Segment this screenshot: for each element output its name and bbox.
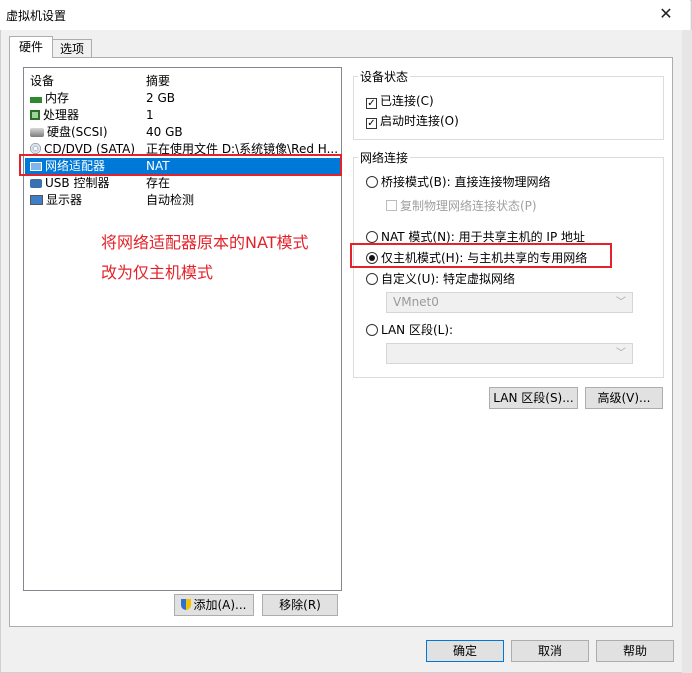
device-row-monitor[interactable]: 显示器 自动检测	[25, 192, 340, 208]
checkbox-checked-icon: ✓	[366, 98, 377, 109]
remove-device-button[interactable]: 移除(R)	[262, 594, 338, 616]
column-header-summary[interactable]: 摘要	[146, 72, 170, 89]
custom-radio[interactable]: 自定义(U): 特定虚拟网络	[366, 270, 515, 287]
harddisk-icon	[30, 128, 44, 137]
help-button[interactable]: 帮助	[596, 640, 674, 662]
lan-segment-select[interactable]: ﹀	[386, 343, 633, 364]
bridged-radio[interactable]: 桥接模式(B): 直接连接物理网络	[366, 173, 550, 190]
replicate-state-checkbox[interactable]: 复制物理网络连接状态(P)	[386, 197, 537, 214]
tab-hardware[interactable]: 硬件	[9, 36, 53, 58]
usb-icon	[30, 179, 42, 188]
annotation-line-1: 将网络适配器原本的NAT模式	[101, 233, 309, 252]
lan-segment-label: LAN 区段(L):	[381, 323, 454, 337]
device-status-label: 设备状态	[358, 68, 411, 85]
device-row-cpu[interactable]: 处理器 1	[25, 107, 340, 123]
device-name: 内存	[45, 91, 70, 105]
connect-at-power-on-label: 启动时连接(O)	[380, 114, 459, 128]
lan-segment-radio[interactable]: LAN 区段(L):	[366, 321, 453, 338]
lan-segments-button[interactable]: LAN 区段(S)...	[489, 387, 578, 409]
memory-icon	[30, 97, 42, 103]
chevron-down-icon: ﹀	[616, 297, 626, 308]
column-header-device[interactable]: 设备	[30, 72, 54, 89]
device-list[interactable]: 设备 摘要 内存 2 GB 处理器 1 硬盘(SCSI) 40 GB CD/DV…	[23, 67, 342, 591]
device-row-usb[interactable]: USB 控制器 存在	[25, 175, 340, 191]
close-icon[interactable]: ✕	[656, 4, 676, 24]
highlight-box-network-adapter	[19, 154, 342, 176]
device-summary: 存在	[146, 176, 171, 190]
shield-icon	[181, 599, 192, 610]
checkbox-checked-icon: ✓	[366, 118, 377, 129]
monitor-icon	[30, 195, 43, 205]
tab-options[interactable]: 选项	[52, 39, 92, 58]
custom-network-value: VMnet0	[393, 295, 439, 309]
replicate-state-label: 复制物理网络连接状态(P)	[400, 199, 537, 213]
device-summary: 自动检测	[146, 193, 195, 207]
device-name: 处理器	[43, 108, 80, 122]
highlight-box-host-only	[350, 243, 612, 268]
device-summary: 2 GB	[146, 91, 175, 105]
annotation-line-2: 改为仅主机模式	[101, 263, 214, 282]
connected-checkbox[interactable]: ✓ 已连接(C)	[366, 92, 434, 109]
network-connection-label: 网络连接	[358, 149, 411, 166]
add-button-label: 添加(A)...	[193, 598, 247, 612]
cdrom-icon	[30, 143, 41, 154]
ok-button[interactable]: 确定	[426, 640, 504, 662]
radio-unselected-icon	[366, 176, 378, 188]
chevron-down-icon: ﹀	[616, 348, 626, 359]
radio-unselected-icon	[366, 324, 378, 336]
bridged-label: 桥接模式(B): 直接连接物理网络	[381, 175, 551, 189]
connected-label: 已连接(C)	[380, 94, 434, 108]
connect-at-power-on-checkbox[interactable]: ✓ 启动时连接(O)	[366, 112, 459, 129]
device-name: 显示器	[46, 193, 83, 207]
custom-label: 自定义(U): 特定虚拟网络	[381, 272, 516, 286]
device-row-harddisk[interactable]: 硬盘(SCSI) 40 GB	[25, 124, 340, 140]
radio-unselected-icon	[366, 231, 378, 243]
nat-label: NAT 模式(N): 用于共享主机的 IP 地址	[381, 230, 586, 244]
checkbox-disabled-icon	[386, 200, 397, 211]
add-device-button[interactable]: 添加(A)...	[174, 594, 254, 616]
radio-unselected-icon	[366, 273, 378, 285]
device-row-memory[interactable]: 内存 2 GB	[25, 90, 340, 106]
device-name: USB 控制器	[45, 176, 110, 190]
device-name: 硬盘(SCSI)	[47, 125, 108, 139]
window-title: 虚拟机设置	[6, 9, 67, 23]
cpu-icon	[30, 110, 40, 120]
background-window-edge	[682, 30, 692, 673]
device-summary: 1	[146, 108, 154, 122]
cancel-button[interactable]: 取消	[511, 640, 589, 662]
title-bar: 虚拟机设置 ✕	[0, 0, 690, 30]
custom-network-select[interactable]: VMnet0 ﹀	[386, 292, 633, 313]
device-summary: 40 GB	[146, 125, 183, 139]
advanced-button[interactable]: 高级(V)...	[585, 387, 663, 409]
